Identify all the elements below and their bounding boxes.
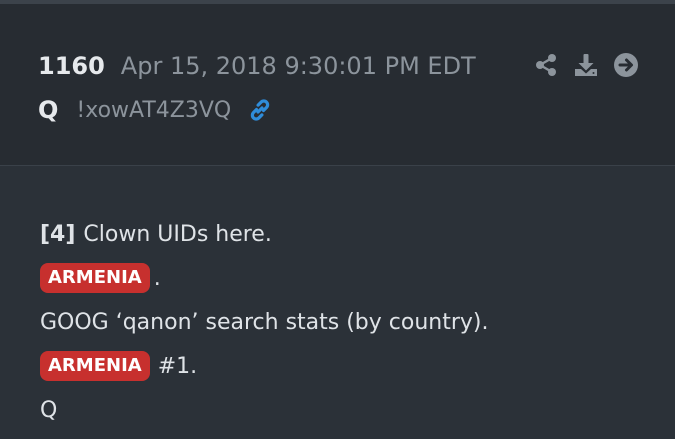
post-line: [4] Clown UIDs here.: [40, 212, 489, 256]
tripcode: !xowAT4Z3VQ: [76, 97, 232, 123]
download-icon[interactable]: [573, 52, 599, 78]
link-icon[interactable]: [247, 97, 273, 123]
post-signature: Q: [40, 397, 58, 423]
share-icon[interactable]: [533, 52, 559, 78]
post-line: ARMENIA #1.: [40, 344, 489, 388]
country-tag[interactable]: ARMENIA: [40, 263, 150, 293]
post-body: [4] Clown UIDs here. ARMENIA . GOOG ‘qan…: [40, 212, 489, 432]
author-name: Q: [38, 96, 59, 124]
post-text: #1.: [157, 353, 198, 379]
post-text: Clown UIDs here.: [83, 221, 272, 247]
post-header: 1160 Apr 15, 2018 9:30:01 PM EDT Q !xowA…: [0, 4, 675, 166]
post-text: .: [153, 265, 161, 291]
post-line: Q: [40, 388, 489, 432]
post-line: ARMENIA .: [40, 256, 489, 300]
post-reference[interactable]: [4]: [40, 222, 75, 247]
post-actions: [533, 52, 639, 78]
post-date: Apr 15, 2018 9:30:01 PM EDT: [120, 52, 476, 80]
post-author-row: Q !xowAT4Z3VQ: [38, 96, 273, 124]
post-meta: 1160 Apr 15, 2018 9:30:01 PM EDT: [38, 52, 476, 80]
post-line: GOOG ‘qanon’ search stats (by country).: [40, 300, 489, 344]
arrow-right-circle-icon[interactable]: [613, 52, 639, 78]
country-tag[interactable]: ARMENIA: [40, 351, 150, 381]
post-number[interactable]: 1160: [38, 52, 105, 80]
post-text: GOOG ‘qanon’ search stats (by country).: [40, 309, 489, 335]
